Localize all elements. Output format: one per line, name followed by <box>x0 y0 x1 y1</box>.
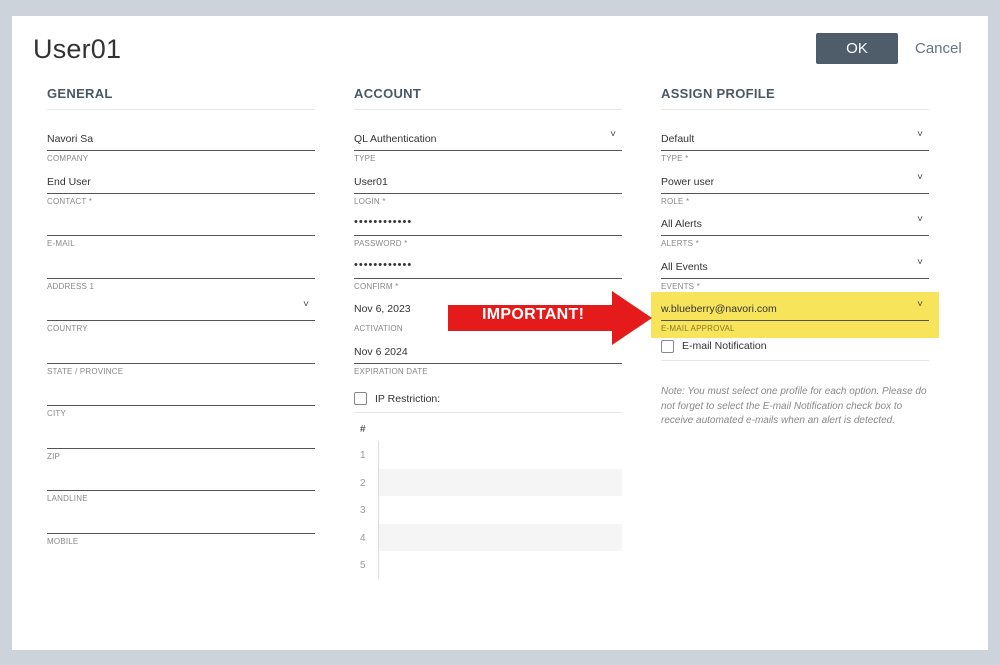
activation-date-value[interactable]: Nov 6, 2023 <box>354 303 411 315</box>
city-field[interactable]: CITY <box>47 365 315 418</box>
contact-field[interactable]: End User CONTACT * <box>47 153 315 206</box>
general-section: GENERAL Navori Sa COMPANY End User CONTA… <box>47 86 315 546</box>
profile-note: Note: You must select one profile for ea… <box>661 386 927 426</box>
row-number: 2 <box>360 477 366 489</box>
field-underline <box>354 277 622 279</box>
account-section: ACCOUNT QL Authentication ˅ TYPE User01 … <box>354 86 622 579</box>
contact-value[interactable]: End User <box>47 176 91 188</box>
table-row[interactable]: 4 <box>354 523 622 551</box>
mobile-label: MOBILE <box>47 536 79 546</box>
row-number: 3 <box>360 505 366 516</box>
login-field[interactable]: User01 LOGIN * <box>354 153 622 206</box>
field-underline <box>354 192 622 194</box>
email-approval-select[interactable]: w.blueberry@navori.com ˅ E-MAIL APPROVAL <box>661 280 929 333</box>
expiration-date-value[interactable]: Nov 6 2024 <box>354 346 408 358</box>
auth-type-value[interactable]: QL Authentication <box>354 133 437 145</box>
zip-field[interactable]: ZIP <box>47 408 315 461</box>
row-number: 1 <box>360 450 366 461</box>
confirm-password-field[interactable]: •••••••••••• CONFIRM * <box>354 238 622 291</box>
mobile-field[interactable]: MOBILE <box>47 493 315 546</box>
ip-restriction-row[interactable]: IP Restriction: <box>354 385 622 413</box>
email-notification-checkbox[interactable] <box>661 339 674 353</box>
ip-cell[interactable] <box>378 496 622 524</box>
ip-table: # 1 2 3 4 5 <box>354 419 622 579</box>
field-underline <box>47 320 315 321</box>
field-underline <box>47 235 315 236</box>
role-value[interactable]: Power user <box>661 176 714 188</box>
email-field[interactable]: E-MAIL <box>47 195 315 248</box>
login-value[interactable]: User01 <box>354 176 388 188</box>
row-number: 4 <box>360 532 366 544</box>
role-select[interactable]: Power user ˅ ROLE * <box>661 153 929 206</box>
ip-restriction-checkbox[interactable] <box>354 392 367 405</box>
ip-cell[interactable] <box>378 468 622 496</box>
email-notification-row[interactable]: E-mail Notification <box>661 333 929 361</box>
ip-cell[interactable] <box>378 523 622 551</box>
table-row[interactable]: 1 <box>354 441 622 469</box>
table-row[interactable]: 2 <box>354 468 622 496</box>
table-row[interactable]: 5 <box>354 551 622 579</box>
chevron-down-icon[interactable]: ˅ <box>917 129 923 140</box>
chevron-down-icon[interactable]: ˅ <box>917 172 923 183</box>
assign-profile-section: ASSIGN PROFILE Default ˅ TYPE * Power us… <box>661 86 929 361</box>
alerts-select[interactable]: All Alerts ˅ ALERTS * <box>661 195 929 248</box>
password-field[interactable]: •••••••••••• PASSWORD * <box>354 195 622 248</box>
ip-table-header: # <box>360 424 366 435</box>
field-underline <box>661 192 929 194</box>
chevron-down-icon[interactable]: ˅ <box>303 299 309 310</box>
field-underline <box>47 362 315 364</box>
field-underline <box>47 277 315 279</box>
field-underline <box>354 362 622 364</box>
assign-profile-heading: ASSIGN PROFILE <box>661 86 929 110</box>
field-underline <box>47 405 315 406</box>
chevron-down-icon[interactable]: ˅ <box>917 257 923 268</box>
cancel-button[interactable]: Cancel <box>915 40 962 57</box>
field-underline <box>661 235 929 236</box>
state-field[interactable]: STATE / PROVINCE <box>47 323 315 376</box>
alerts-value[interactable]: All Alerts <box>661 218 702 230</box>
ip-restriction-label: IP Restriction: <box>375 392 441 405</box>
company-value[interactable]: Navori Sa <box>47 133 93 145</box>
chevron-down-icon[interactable]: ˅ <box>917 299 923 310</box>
ip-cell[interactable] <box>378 551 622 579</box>
field-underline <box>661 277 929 279</box>
field-underline <box>354 150 622 151</box>
expiration-date-label: EXPIRATION DATE <box>354 366 428 376</box>
chevron-down-icon[interactable]: ˅ <box>610 129 616 140</box>
profile-type-select[interactable]: Default ˅ TYPE * <box>661 110 929 163</box>
important-label: IMPORTANT! <box>482 306 585 323</box>
dialog-title: User01 <box>33 34 122 64</box>
important-arrow: IMPORTANT! <box>448 291 652 345</box>
field-underline <box>47 490 315 491</box>
address-field[interactable]: ADDRESS 1 <box>47 238 315 291</box>
account-heading: ACCOUNT <box>354 86 622 110</box>
field-underline <box>47 532 315 534</box>
company-field[interactable]: Navori Sa COMPANY <box>47 110 315 163</box>
general-heading: GENERAL <box>47 86 315 110</box>
confirm-password-value[interactable]: •••••••••••• <box>354 259 412 271</box>
email-notification-label: E-mail Notification <box>682 340 767 352</box>
password-value[interactable]: •••••••••••• <box>354 216 412 228</box>
country-select[interactable]: ˅ COUNTRY <box>47 280 315 333</box>
field-underline <box>354 235 622 236</box>
auth-type-select[interactable]: QL Authentication ˅ TYPE <box>354 110 622 163</box>
field-underline <box>661 150 929 151</box>
ip-cell[interactable] <box>378 441 622 469</box>
events-value[interactable]: All Events <box>661 261 708 273</box>
profile-type-value[interactable]: Default <box>661 133 694 145</box>
landline-field[interactable]: LANDLINE <box>47 450 315 503</box>
email-approval-value[interactable]: w.blueberry@navori.com <box>661 303 777 315</box>
chevron-down-icon[interactable]: ˅ <box>917 214 923 225</box>
field-underline <box>47 150 315 151</box>
row-number: 5 <box>360 560 366 571</box>
field-underline <box>47 447 315 449</box>
events-select[interactable]: All Events ˅ EVENTS * <box>661 238 929 291</box>
table-row[interactable]: 3 <box>354 496 622 524</box>
field-underline <box>47 192 315 194</box>
ok-button[interactable]: OK <box>816 33 898 64</box>
field-underline <box>661 320 929 321</box>
